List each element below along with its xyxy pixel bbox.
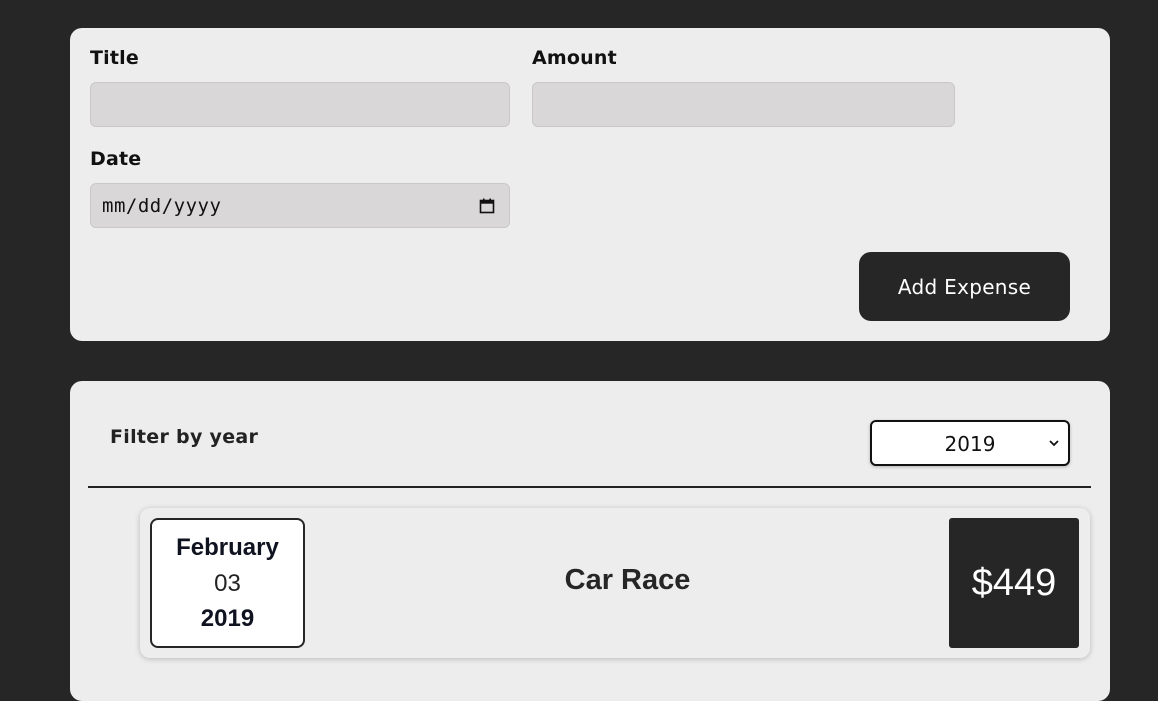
expense-date-year: 2019	[200, 605, 255, 632]
date-field-group: Date mm/dd/yyyy	[90, 148, 510, 228]
date-input[interactable]: mm/dd/yyyy	[90, 183, 510, 228]
add-expense-button[interactable]: Add Expense	[859, 252, 1070, 321]
amount-label: Amount	[532, 47, 617, 69]
title-field-group: Title	[90, 47, 510, 127]
title-label: Title	[90, 47, 139, 69]
expense-date-month: February	[176, 534, 279, 561]
new-expense-form: Title Amount Date mm/dd/yyyy Add Expense	[70, 28, 1110, 341]
amount-field-group: Amount	[532, 47, 955, 127]
divider	[88, 486, 1091, 488]
expense-title: Car Race	[564, 564, 691, 596]
year-filter-value: 2019	[944, 432, 996, 456]
chevron-down-icon	[1049, 440, 1059, 447]
expenses-list-card: Filter by year 2019 February 03 2019 Car…	[70, 381, 1110, 701]
year-filter-select[interactable]: 2019	[870, 420, 1070, 466]
calendar-icon[interactable]	[479, 198, 495, 214]
expense-date: February 03 2019	[150, 518, 305, 648]
expense-date-day: 03	[214, 570, 241, 597]
expense-amount: $449	[949, 518, 1079, 648]
title-input[interactable]	[90, 82, 510, 127]
filter-label: Filter by year	[110, 426, 259, 448]
amount-input[interactable]	[532, 82, 955, 127]
date-label: Date	[90, 148, 142, 170]
expense-item[interactable]: February 03 2019 Car Race $449	[140, 508, 1090, 658]
date-placeholder: mm/dd/yyyy	[102, 195, 222, 217]
